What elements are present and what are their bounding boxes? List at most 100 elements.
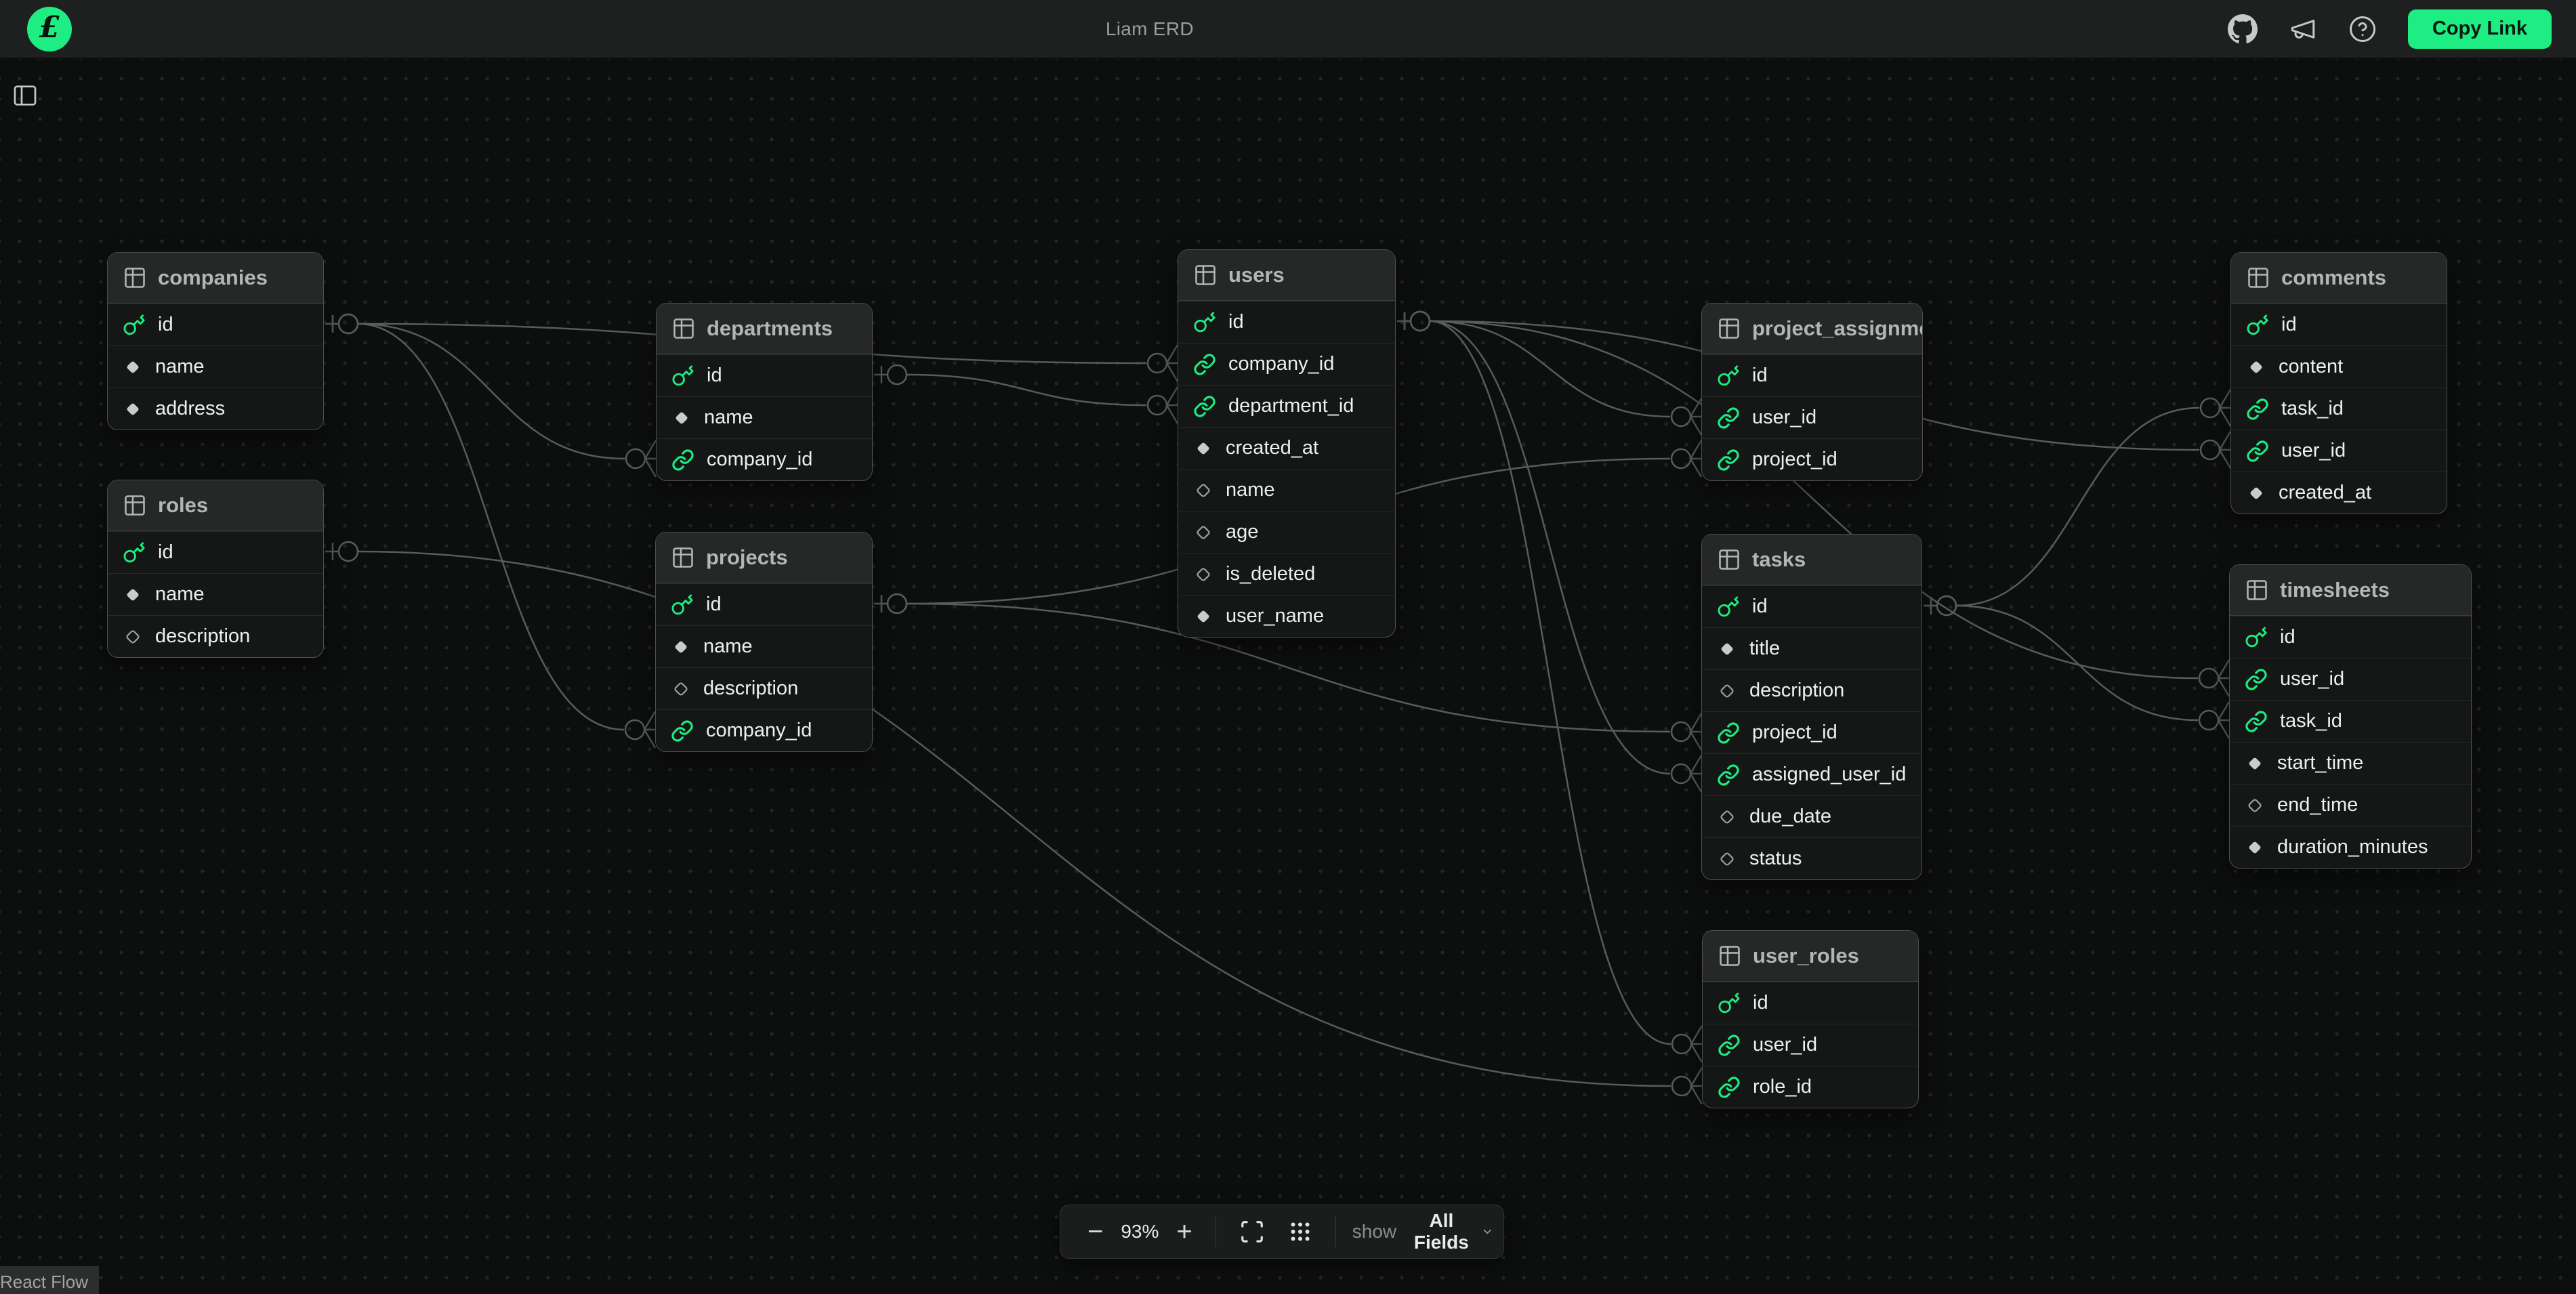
field-row-project_assignments-user_id[interactable]: user_id xyxy=(1702,396,1922,438)
field-row-user_roles-user_id[interactable]: user_id xyxy=(1703,1024,1918,1066)
fields-filter-dropdown[interactable]: All Fields xyxy=(1411,1210,1493,1253)
field-row-projects-name[interactable]: name xyxy=(656,625,872,667)
field-row-timesheets-duration_minutes[interactable]: duration_minutes xyxy=(2230,826,2471,868)
field-row-users-created_at[interactable]: created_at xyxy=(1178,427,1395,469)
field-row-tasks-due_date[interactable]: due_date xyxy=(1702,795,1921,837)
relationship-edge-companies-projects[interactable] xyxy=(325,314,655,748)
field-name: id xyxy=(707,364,722,387)
field-row-timesheets-user_id[interactable]: user_id xyxy=(2230,658,2471,700)
table-node-roles[interactable]: rolesidnamedescription xyxy=(107,480,324,658)
table-header-companies[interactable]: companies xyxy=(108,253,323,304)
diamond-filled-icon xyxy=(671,637,691,657)
field-row-departments-name[interactable]: name xyxy=(657,396,872,438)
primary-key-icon xyxy=(1717,596,1740,619)
relationship-edge-users-tasks[interactable] xyxy=(1397,312,1701,792)
field-row-project_assignments-id[interactable]: id xyxy=(1702,354,1922,396)
field-row-tasks-description[interactable]: description xyxy=(1702,669,1921,711)
field-row-comments-user_id[interactable]: user_id xyxy=(2231,430,2447,472)
primary-key-icon xyxy=(671,364,694,388)
diamond-filled-icon xyxy=(123,585,143,605)
relationship-edge-tasks-comments[interactable] xyxy=(1924,390,2230,615)
field-row-users-department_id[interactable]: department_id xyxy=(1178,385,1395,427)
field-row-users-user_name[interactable]: user_name xyxy=(1178,595,1395,637)
field-row-projects-company_id[interactable]: company_id xyxy=(656,709,872,751)
table-node-departments[interactable]: departments id namecompany_id xyxy=(656,303,873,481)
table-node-user_roles[interactable]: user_rolesiduser_idrole_id xyxy=(1702,930,1919,1108)
relationship-edge-departments-users[interactable] xyxy=(874,365,1178,423)
field-row-comments-created_at[interactable]: created_at xyxy=(2231,472,2447,514)
field-row-tasks-project_id[interactable]: project_id xyxy=(1702,711,1921,753)
field-name: name xyxy=(703,635,753,658)
relationship-edge-tasks-timesheets[interactable] xyxy=(1924,596,2229,738)
github-button[interactable] xyxy=(2228,14,2258,44)
field-row-comments-id[interactable]: id xyxy=(2231,304,2447,346)
relationship-edge-users-user_roles[interactable] xyxy=(1397,312,1702,1062)
field-row-users-age[interactable]: age xyxy=(1178,511,1395,553)
help-button[interactable] xyxy=(2348,15,2377,43)
table-node-tasks[interactable]: tasksidtitle description project_idassigne… xyxy=(1701,534,1922,880)
table-header-departments[interactable]: departments xyxy=(657,304,872,354)
table-node-comments[interactable]: commentsidcontenttask_iduser_idcreated_a… xyxy=(2230,252,2447,514)
field-row-departments-id[interactable]: id xyxy=(657,354,872,396)
table-header-comments[interactable]: comments xyxy=(2231,253,2447,304)
relationship-edge-companies-departments[interactable] xyxy=(325,314,656,477)
field-row-users-company_id[interactable]: company_id xyxy=(1178,343,1395,385)
field-name: description xyxy=(1749,680,1844,702)
field-row-users-id[interactable]: id xyxy=(1178,301,1395,343)
field-row-project_assignments-project_id[interactable]: project_id xyxy=(1702,438,1922,480)
react-flow-attribution[interactable]: React Flow xyxy=(0,1266,99,1294)
table-grid-icon xyxy=(2245,578,2269,602)
table-name: project_assignme... xyxy=(1752,316,1922,341)
field-row-users-is_deleted[interactable]: is_deleted xyxy=(1178,553,1395,595)
field-row-departments-company_id[interactable]: company_id xyxy=(657,438,872,480)
zoom-level: 93% xyxy=(1110,1221,1169,1243)
field-row-tasks-title[interactable]: title xyxy=(1702,627,1921,669)
field-row-comments-task_id[interactable]: task_id xyxy=(2231,388,2447,430)
github-icon xyxy=(2228,14,2258,44)
field-row-companies-address[interactable]: address xyxy=(108,388,323,430)
field-row-companies-name[interactable]: name xyxy=(108,346,323,388)
field-row-tasks-assigned_user_id[interactable]: assigned_user_id xyxy=(1702,753,1921,795)
field-row-roles-name[interactable]: name xyxy=(108,573,323,615)
relationship-edge-users-project_assignments[interactable] xyxy=(1397,312,1701,435)
copy-link-button[interactable]: Copy Link xyxy=(2408,9,2552,49)
field-name: id xyxy=(2280,626,2295,648)
liam-logo[interactable]: £ xyxy=(27,7,72,51)
field-row-users-name[interactable]: name xyxy=(1178,469,1395,511)
tidy-up-button[interactable] xyxy=(1281,1219,1319,1244)
field-row-tasks-status[interactable]: status xyxy=(1702,837,1921,879)
field-row-user_roles-role_id[interactable]: role_id xyxy=(1703,1066,1918,1108)
table-header-timesheets[interactable]: timesheets xyxy=(2230,565,2471,616)
table-header-roles[interactable]: roles xyxy=(108,480,323,531)
field-name: id xyxy=(158,314,173,336)
relationship-edge-roles-user_roles[interactable] xyxy=(325,542,1702,1104)
table-header-users[interactable]: users xyxy=(1178,250,1395,301)
field-row-projects-id[interactable]: id xyxy=(656,583,872,625)
table-node-timesheets[interactable]: timesheets id user_idtask_idstart_timeend_… xyxy=(2229,564,2472,869)
table-node-project_assignments[interactable]: project_assignme...iduser_idproject_id xyxy=(1701,303,1923,481)
table-node-companies[interactable]: companies id name address xyxy=(107,252,324,430)
table-node-users[interactable]: usersidcompany_iddepartment_idcreated_at… xyxy=(1178,249,1396,638)
field-row-timesheets-id[interactable]: id xyxy=(2230,616,2471,658)
table-header-tasks[interactable]: tasks xyxy=(1702,535,1921,585)
field-row-timesheets-start_time[interactable]: start_time xyxy=(2230,742,2471,784)
field-row-projects-description[interactable]: description xyxy=(656,667,872,709)
zoom-out-button[interactable]: − xyxy=(1081,1218,1110,1245)
zoom-in-button[interactable]: + xyxy=(1169,1218,1199,1245)
field-row-tasks-id[interactable]: id xyxy=(1702,585,1921,627)
table-node-projects[interactable]: projectsid name descriptioncompany_id xyxy=(655,532,873,752)
field-name: address xyxy=(155,398,225,420)
field-row-comments-content[interactable]: content xyxy=(2231,346,2447,388)
field-row-roles-id[interactable]: id xyxy=(108,531,323,573)
field-row-timesheets-task_id[interactable]: task_id xyxy=(2230,700,2471,742)
field-row-roles-description[interactable]: description xyxy=(108,615,323,657)
field-row-user_roles-id[interactable]: id xyxy=(1703,982,1918,1024)
table-header-user_roles[interactable]: user_roles xyxy=(1703,931,1918,982)
fit-view-button[interactable] xyxy=(1232,1219,1272,1245)
sidebar-toggle-button[interactable] xyxy=(9,81,41,110)
table-header-projects[interactable]: projects xyxy=(656,533,872,583)
announcements-button[interactable] xyxy=(2289,15,2317,43)
field-row-timesheets-end_time[interactable]: end_time xyxy=(2230,784,2471,826)
table-header-project_assignments[interactable]: project_assignme... xyxy=(1702,304,1922,354)
field-row-companies-id[interactable]: id xyxy=(108,304,323,346)
